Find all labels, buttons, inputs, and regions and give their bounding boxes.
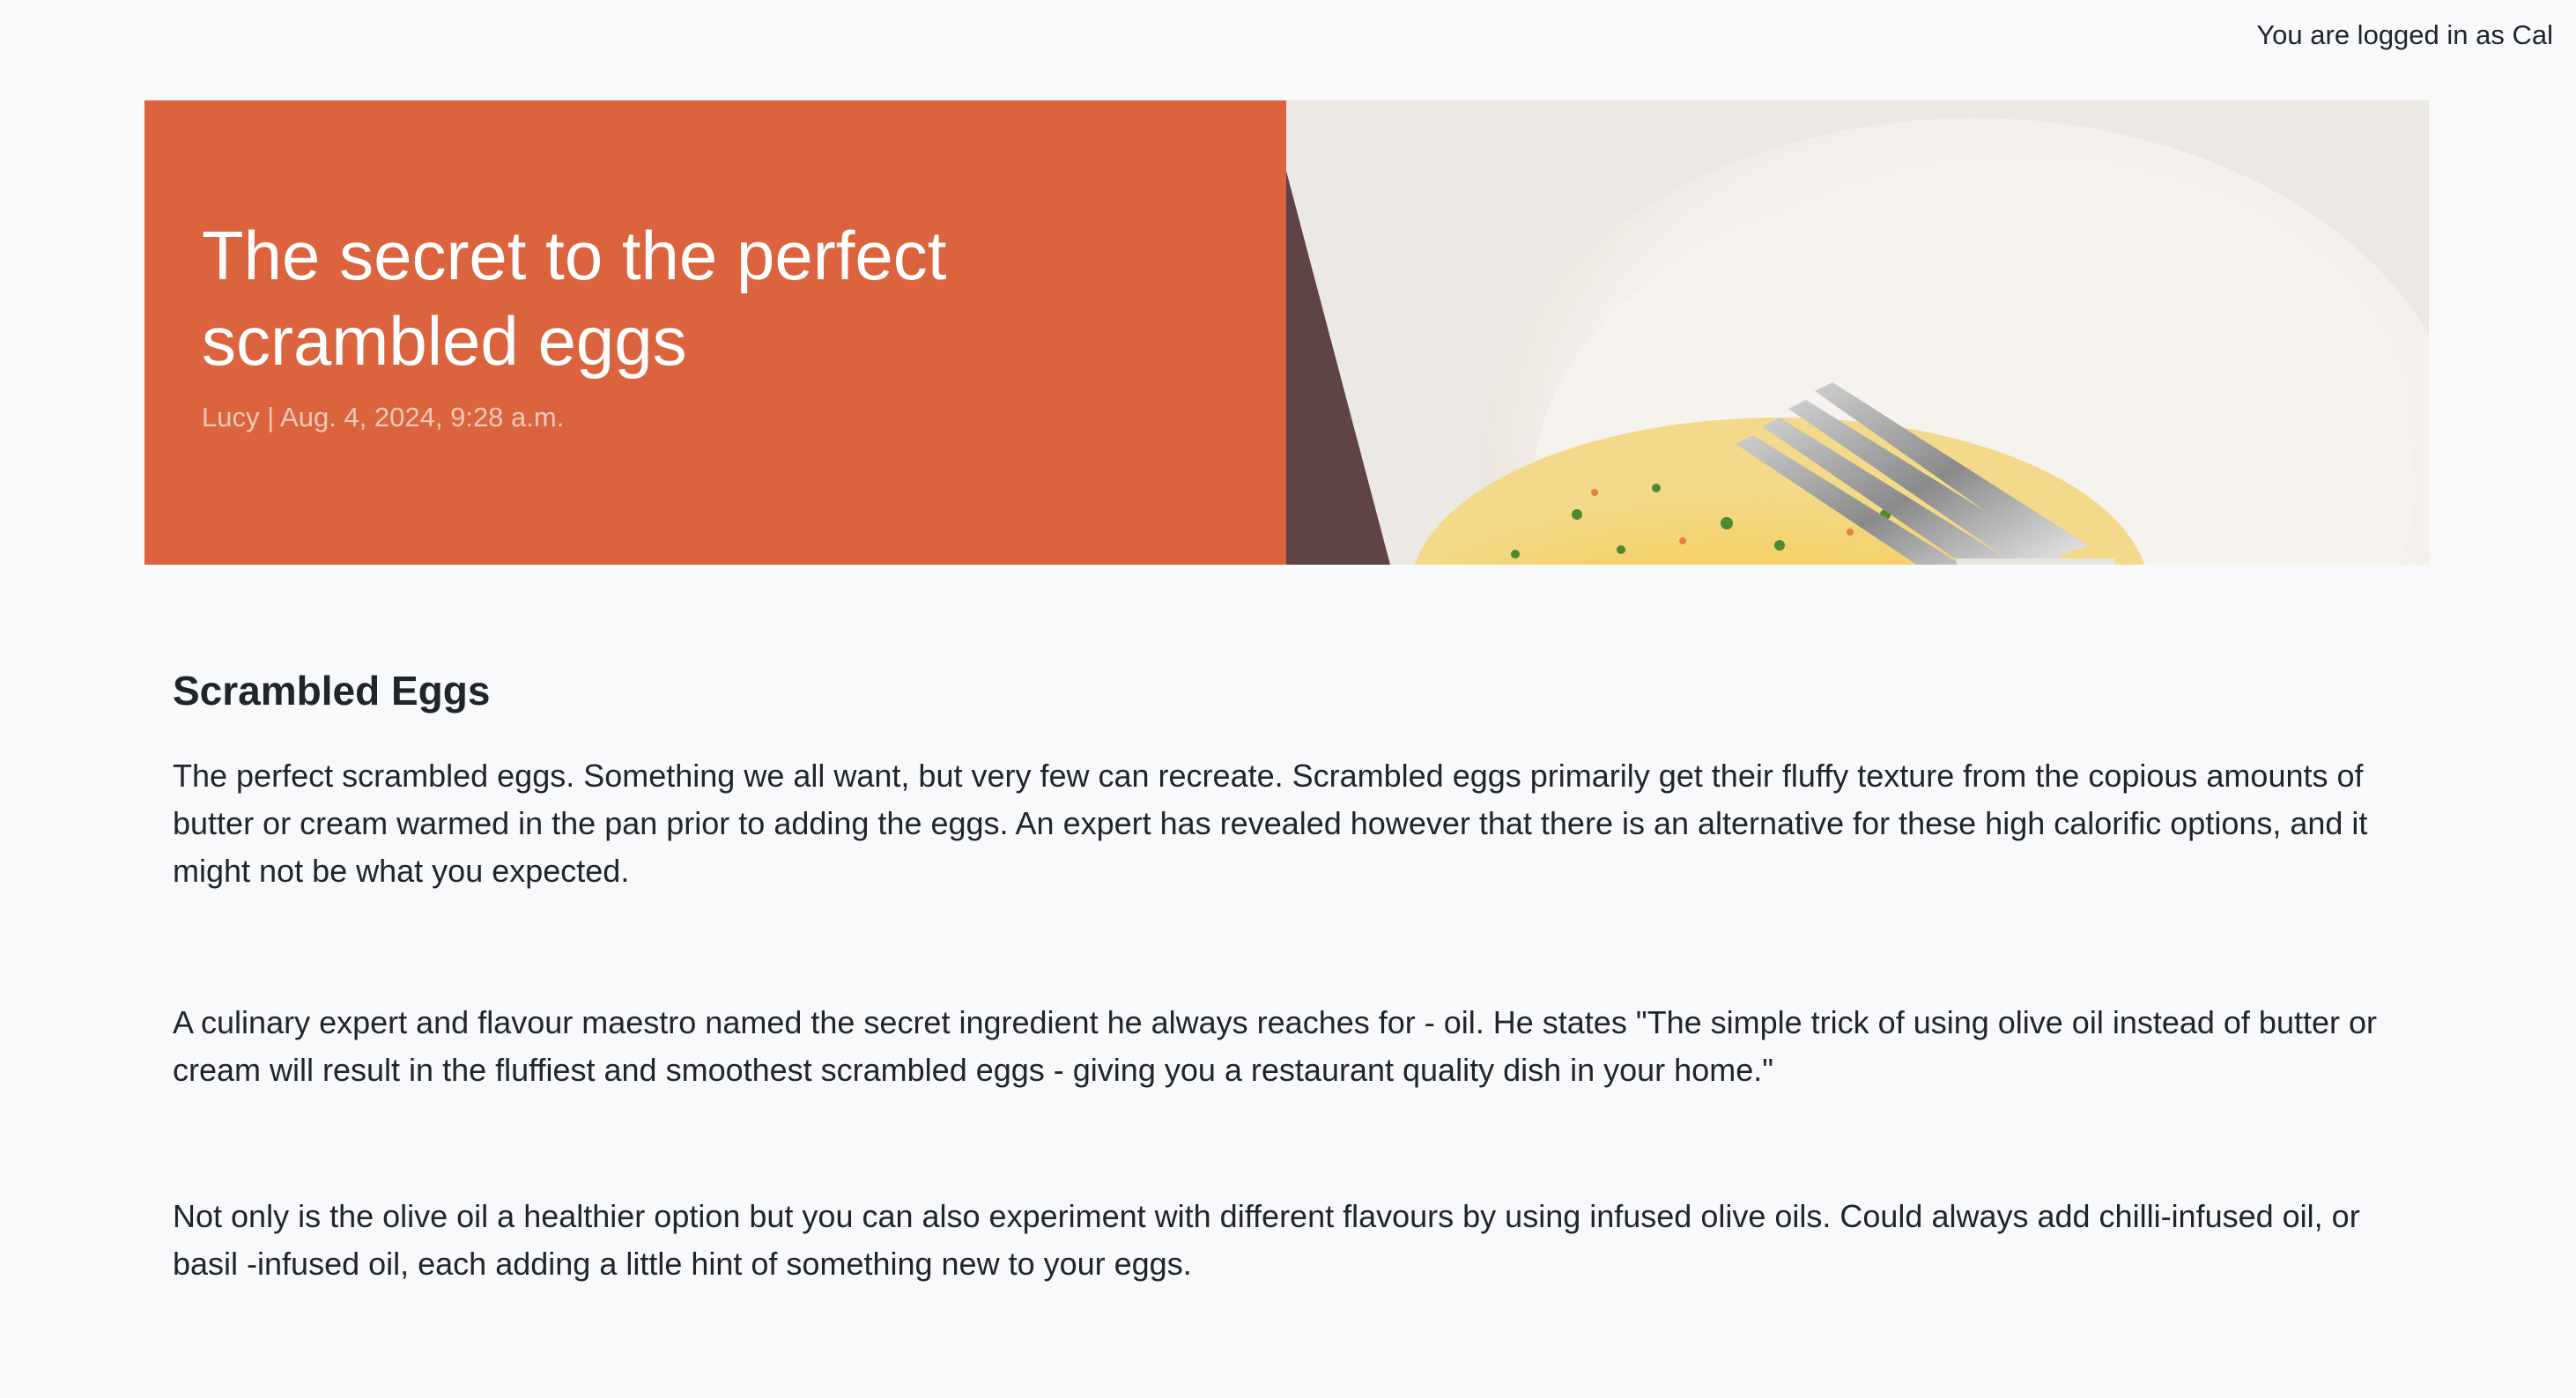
article-paragraph: A culinary expert and flavour maestro na… [173, 1004, 2377, 1088]
hero-banner: The secret to the perfect scrambled eggs… [144, 100, 1286, 565]
login-status: You are logged in as Cal [2256, 19, 2553, 50]
article-byline: Lucy | Aug. 4, 2024, 9:28 a.m. [202, 402, 565, 433]
scrambled-eggs-photo [1286, 100, 2429, 565]
article-paragraph: Not only is the olive oil a healthier op… [173, 1198, 2360, 1282]
article-body: Scrambled Eggs The perfect scrambled egg… [173, 664, 2410, 1282]
article-hero: The secret to the perfect scrambled eggs… [144, 100, 2429, 565]
hero-image [1286, 100, 2429, 565]
page-title: The secret to the perfect scrambled eggs [202, 217, 947, 380]
article-paragraph: The perfect scrambled eggs. Something we… [173, 758, 2368, 889]
article-heading: Scrambled Eggs [173, 668, 491, 714]
